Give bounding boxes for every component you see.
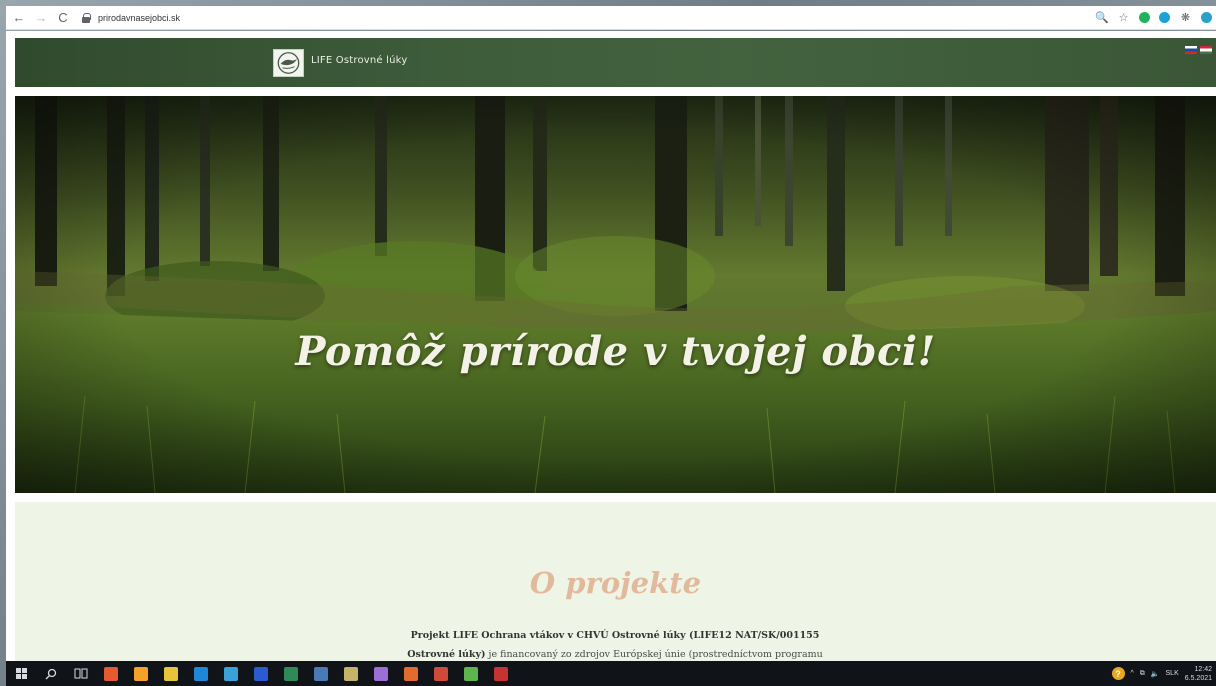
clock-time: 12:42: [1194, 665, 1212, 673]
about-text-line2-rest: je financovaný zo zdrojov Európskej únie…: [485, 649, 823, 660]
toolbar-actions: 🔍 ☆ ❋: [1095, 11, 1212, 24]
site-logo[interactable]: [273, 49, 304, 77]
hungarian-flag-icon[interactable]: [1200, 46, 1212, 54]
extension-blue-icon[interactable]: [1159, 12, 1170, 23]
volume-icon[interactable]: 🔈: [1151, 670, 1160, 678]
app-icon: [494, 666, 508, 681]
chevron-up-icon[interactable]: ^: [1131, 670, 1134, 677]
taskbar-app-10[interactable]: [366, 661, 396, 686]
system-tray: ? ^ ⧉ 🔈 SLK 12:42 6.5.2021: [1111, 665, 1216, 683]
search-button[interactable]: [36, 661, 66, 686]
extensions-puzzle-icon[interactable]: ❋: [1179, 11, 1192, 24]
taskbar-app-6[interactable]: [246, 661, 276, 686]
taskbar-app-2[interactable]: [126, 661, 156, 686]
task-view-icon: [74, 668, 88, 679]
help-icon[interactable]: ?: [1111, 667, 1125, 680]
slovak-flag-icon[interactable]: [1185, 46, 1197, 54]
bird-logo-icon: [277, 52, 300, 74]
taskbar-app-12[interactable]: [426, 661, 456, 686]
taskbar-app-14[interactable]: [486, 661, 516, 686]
taskbar-app-4[interactable]: [186, 661, 216, 686]
reload-button[interactable]: C: [54, 9, 72, 27]
clock-date: 6.5.2021: [1184, 674, 1212, 682]
app-icon: [374, 666, 388, 681]
profile-avatar[interactable]: [1201, 12, 1212, 23]
app-icon: [134, 666, 148, 681]
taskbar-app-1[interactable]: [96, 661, 126, 686]
address-bar[interactable]: prirodavnasejobci.sk: [82, 8, 1095, 28]
task-view-button[interactable]: [66, 661, 96, 686]
app-icon: [464, 666, 478, 681]
about-text: Projekt LIFE Ochrana vtákov v CHVÚ Ostro…: [335, 626, 895, 661]
taskbar-app-3[interactable]: [156, 661, 186, 686]
taskbar-app-11[interactable]: [396, 661, 426, 686]
extension-green-icon[interactable]: [1139, 12, 1150, 23]
clock[interactable]: 12:42 6.5.2021: [1185, 665, 1212, 683]
site-title[interactable]: LIFE Ostrovné lúky: [311, 55, 407, 66]
app-icon: [434, 666, 448, 681]
hero-banner: Pomôž prírode v tvojej obci!: [15, 96, 1216, 493]
app-icon: [194, 666, 208, 681]
start-button[interactable]: [6, 661, 36, 686]
app-icon: [344, 666, 358, 681]
app-icon: [254, 666, 268, 681]
url-text[interactable]: prirodavnasejobci.sk: [98, 13, 180, 23]
language-switcher: [1185, 46, 1212, 54]
taskbar-app-8[interactable]: [306, 661, 336, 686]
lock-icon[interactable]: [82, 12, 91, 23]
about-section: O projekte Projekt LIFE Ochrana vtákov v…: [15, 502, 1216, 661]
page-viewport: LIFE Ostrovné lúky Pomôž prírode v tvoje…: [6, 31, 1216, 661]
about-text-line1: Projekt LIFE Ochrana vtákov v CHVÚ Ostro…: [410, 630, 820, 641]
taskbar-apps: [96, 661, 516, 686]
forward-button[interactable]: →: [32, 9, 50, 27]
taskbar-app-9[interactable]: [336, 661, 366, 686]
forest-meadow-image: [15, 96, 1216, 493]
taskbar-app-5[interactable]: [216, 661, 246, 686]
app-icon: [104, 666, 118, 681]
taskbar-app-13[interactable]: [456, 661, 486, 686]
windows-logo-icon: [15, 668, 27, 679]
about-title: O projekte: [529, 566, 702, 600]
taskbar-app-7[interactable]: [276, 661, 306, 686]
language-indicator[interactable]: SLK: [1166, 670, 1179, 677]
hero-heading: Pomôž prírode v tvojej obci!: [295, 328, 936, 375]
browser-toolbar: ← → C prirodavnasejobci.sk 🔍 ☆ ❋: [6, 6, 1216, 30]
site-header: LIFE Ostrovné lúky: [15, 38, 1216, 87]
app-icon: [164, 666, 178, 681]
network-icon[interactable]: ⧉: [1140, 670, 1145, 678]
app-icon: [224, 666, 238, 681]
back-button[interactable]: ←: [10, 9, 28, 27]
zoom-icon[interactable]: 🔍: [1095, 11, 1109, 24]
app-icon: [404, 666, 418, 681]
app-icon: [284, 666, 298, 681]
windows-taskbar: ? ^ ⧉ 🔈 SLK 12:42 6.5.2021: [6, 661, 1216, 686]
bookmark-star-icon[interactable]: ☆: [1117, 11, 1130, 24]
app-icon: [314, 666, 328, 681]
about-text-line2-bold: Ostrovné lúky): [407, 649, 486, 660]
search-icon: [45, 668, 57, 679]
